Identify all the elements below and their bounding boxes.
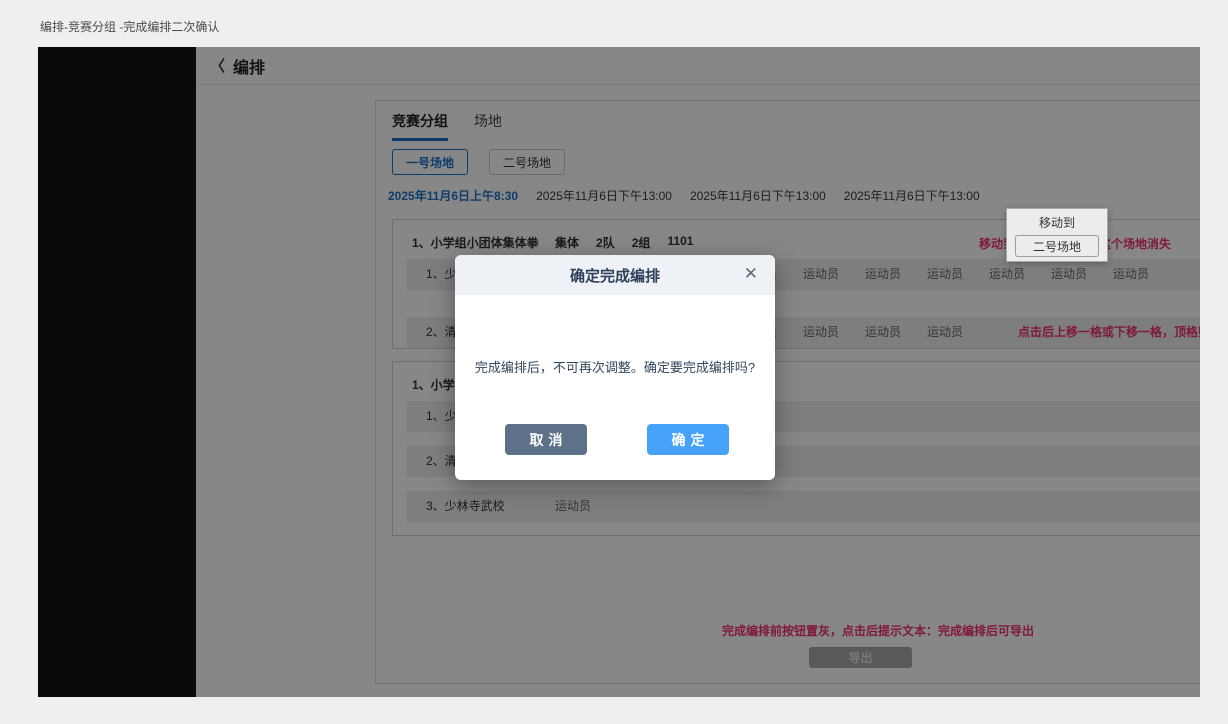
dialog-buttons: 取消 确定 xyxy=(455,424,775,455)
move-to-popup: 移动到 二号场地 xyxy=(1006,208,1108,262)
close-icon[interactable]: ✕ xyxy=(744,264,758,284)
dialog-title: 确定完成编排 xyxy=(570,265,660,286)
dialog-header: 确定完成编排 ✕ xyxy=(455,255,775,295)
confirm-button[interactable]: 确定 xyxy=(647,424,729,455)
breadcrumb: 编排-竞赛分组 -完成编排二次确认 xyxy=(40,18,219,35)
confirm-dialog: 确定完成编排 ✕ 完成编排后，不可再次调整。确定要完成编排吗? 取消 确定 xyxy=(455,255,775,480)
app-frame: 〈 编排 竞赛分组 场地 一号场地 二号场地 2025年11月6日上午8:30 … xyxy=(38,47,1200,697)
dialog-message: 完成编排后，不可再次调整。确定要完成编排吗? xyxy=(455,357,775,376)
move-to-title: 移动到 xyxy=(1039,214,1075,231)
move-to-option-venue-2[interactable]: 二号场地 xyxy=(1015,235,1099,257)
cancel-button[interactable]: 取消 xyxy=(505,424,587,455)
